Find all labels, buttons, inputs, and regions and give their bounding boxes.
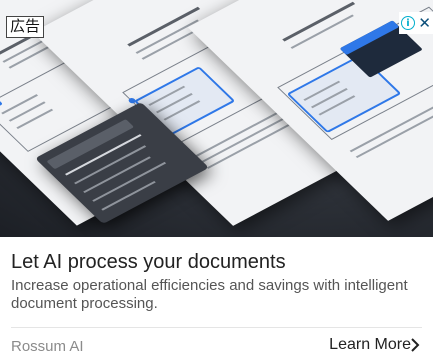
learn-more-button[interactable]: Learn More [329, 336, 411, 354]
divider [11, 327, 422, 328]
hero-image[interactable] [0, 0, 433, 237]
info-icon[interactable]: i [401, 16, 415, 30]
advertiser-name: Rossum AI [11, 338, 84, 355]
ad-headline[interactable]: Let AI process your documents [11, 251, 286, 274]
adchoices-badge[interactable]: i ✕ [399, 12, 433, 34]
chevron-right-icon[interactable] [409, 336, 421, 354]
ad-label-badge: 広告 [6, 16, 45, 38]
close-icon[interactable]: ✕ [418, 16, 431, 31]
ad-card[interactable]: 広告 i ✕ Let AI process your documents Inc… [0, 0, 433, 362]
ad-description: Increase operational efficiencies and sa… [11, 277, 408, 312]
